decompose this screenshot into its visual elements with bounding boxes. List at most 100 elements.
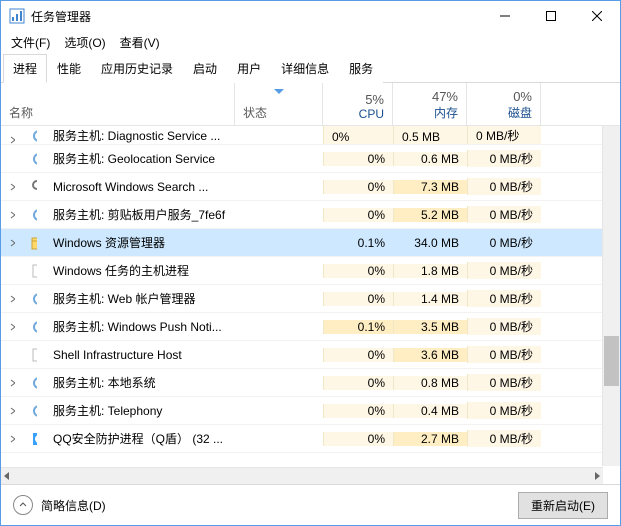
disk-value: 0 MB/秒 [467, 374, 541, 391]
mem-value: 1.4 MB [393, 292, 467, 306]
process-row[interactable]: QQ安全防护进程（Q盾） (32 ... 0%2.7 MB0 MB/秒 [1, 425, 620, 453]
expand-toggle[interactable] [1, 211, 23, 219]
process-status [235, 126, 323, 144]
process-row[interactable]: 服务主机: Telephony 0%0.4 MB0 MB/秒 [1, 397, 620, 425]
process-row[interactable]: Shell Infrastructure Host 0%3.6 MB0 MB/秒 [1, 341, 620, 369]
expand-toggle[interactable] [1, 323, 23, 331]
process-row[interactable]: 服务主机: Diagnostic Service ... 0%0.5 MB0 MB… [1, 126, 620, 145]
sort-indicator-icon [274, 89, 284, 94]
cpu-value: 0% [323, 126, 393, 144]
mem-value: 0.6 MB [393, 152, 467, 166]
expand-toggle[interactable] [1, 183, 23, 191]
process-icon [23, 319, 45, 335]
close-button[interactable] [574, 1, 620, 31]
mem-value: 5.2 MB [393, 208, 467, 222]
process-icon [23, 347, 45, 363]
restart-button[interactable]: 重新启动(E) [518, 492, 608, 519]
tab-6[interactable]: 服务 [339, 54, 383, 83]
process-name: 服务主机: Web 帐户管理器 [45, 290, 235, 307]
process-icon [23, 291, 45, 307]
mem-value: 1.8 MB [393, 264, 467, 278]
process-icon [23, 375, 45, 391]
menu-options[interactable]: 选项(O) [64, 34, 105, 51]
process-name: Microsoft Windows Search ... [45, 180, 235, 194]
process-row[interactable]: 服务主机: Geolocation Service0%0.6 MB0 MB/秒 [1, 145, 620, 173]
mem-value: 7.3 MB [393, 180, 467, 194]
tab-0[interactable]: 进程 [3, 54, 47, 83]
process-icon [23, 263, 45, 279]
mem-value: 34.0 MB [393, 236, 467, 250]
disk-value: 0 MB/秒 [467, 262, 541, 279]
expand-toggle[interactable] [1, 407, 23, 415]
tab-3[interactable]: 启动 [183, 54, 227, 83]
process-row[interactable]: 服务主机: Windows Push Noti...0.1%3.5 MB0 MB… [1, 313, 620, 341]
expand-toggle[interactable] [1, 435, 23, 443]
scroll-right-icon[interactable] [593, 472, 601, 480]
mem-value: 0.4 MB [393, 404, 467, 418]
mem-value: 3.6 MB [393, 348, 467, 362]
header-cpu[interactable]: 5%CPU [323, 83, 393, 125]
column-headers: 名称 状态 5%CPU 47%内存 0%磁盘 [1, 83, 620, 126]
header-mem[interactable]: 47%内存 [393, 83, 467, 125]
footer: 简略信息(D) 重新启动(E) [1, 484, 620, 525]
titlebar[interactable]: 任务管理器 [1, 1, 620, 31]
disk-value: 0 MB/秒 [467, 346, 541, 363]
disk-value: 0 MB/秒 [467, 290, 541, 307]
process-name: Windows 资源管理器 [45, 234, 235, 251]
process-row[interactable]: 服务主机: 剪贴板用户服务_7fe6f0%5.2 MB0 MB/秒 [1, 201, 620, 229]
menu-view[interactable]: 查看(V) [120, 34, 160, 51]
process-name: 服务主机: Geolocation Service [45, 150, 235, 167]
scrollbar-thumb[interactable] [604, 336, 619, 386]
tab-5[interactable]: 详细信息 [271, 54, 339, 83]
disk-value: 0 MB/秒 [467, 318, 541, 335]
cpu-value: 0% [323, 404, 393, 418]
mem-value: 3.5 MB [393, 320, 467, 334]
cpu-value: 0% [323, 432, 393, 446]
process-row[interactable]: Windows 任务的主机进程0%1.8 MB0 MB/秒 [1, 257, 620, 285]
disk-value: 0 MB/秒 [467, 234, 541, 251]
tab-4[interactable]: 用户 [227, 54, 271, 83]
vertical-scrollbar[interactable] [602, 126, 620, 466]
expand-toggle[interactable] [1, 379, 23, 387]
mem-value: 0.5 MB [393, 126, 467, 144]
cpu-value: 0% [323, 348, 393, 362]
process-row[interactable]: 服务主机: Web 帐户管理器0%1.4 MB0 MB/秒 [1, 285, 620, 313]
mem-value: 2.7 MB [393, 432, 467, 446]
mem-value: 0.8 MB [393, 376, 467, 390]
tab-2[interactable]: 应用历史记录 [91, 54, 183, 83]
process-row[interactable]: Microsoft Windows Search ...0%7.3 MB0 MB… [1, 173, 620, 201]
process-icon [23, 207, 45, 223]
chevron-up-icon [13, 495, 33, 515]
header-disk[interactable]: 0%磁盘 [467, 83, 541, 125]
menu-file[interactable]: 文件(F) [11, 34, 50, 51]
process-icon [23, 431, 45, 447]
expand-toggle[interactable] [1, 295, 23, 303]
cpu-value: 0% [323, 180, 393, 194]
header-status[interactable]: 状态 [235, 83, 323, 125]
process-name: 服务主机: Diagnostic Service ... [45, 126, 235, 144]
process-name: 服务主机: 剪贴板用户服务_7fe6f [45, 206, 235, 223]
disk-value: 0 MB/秒 [467, 206, 541, 223]
expand-toggle[interactable] [1, 126, 23, 144]
minimize-button[interactable] [482, 1, 528, 31]
process-icon [23, 235, 45, 251]
cpu-value: 0.1% [323, 320, 393, 334]
scroll-left-icon[interactable] [3, 472, 11, 480]
process-row[interactable]: 服务主机: 本地系统0%0.8 MB0 MB/秒 [1, 369, 620, 397]
disk-value: 0 MB/秒 [467, 430, 541, 447]
header-name[interactable]: 名称 [1, 83, 235, 125]
horizontal-scrollbar[interactable] [1, 467, 603, 484]
expand-toggle[interactable] [1, 239, 23, 247]
process-icon [23, 151, 45, 167]
fewer-details-toggle[interactable]: 简略信息(D) [13, 495, 106, 515]
process-name: Shell Infrastructure Host [45, 348, 235, 362]
process-icon [23, 126, 45, 144]
disk-value: 0 MB/秒 [467, 126, 541, 144]
process-name: QQ安全防护进程（Q盾） (32 ... [45, 430, 235, 447]
maximize-button[interactable] [528, 1, 574, 31]
disk-value: 0 MB/秒 [467, 402, 541, 419]
process-row[interactable]: Windows 资源管理器0.1%34.0 MB0 MB/秒 [1, 229, 620, 257]
process-name: 服务主机: Telephony [45, 402, 235, 419]
tab-1[interactable]: 性能 [47, 54, 91, 83]
process-name: Windows 任务的主机进程 [45, 262, 235, 279]
